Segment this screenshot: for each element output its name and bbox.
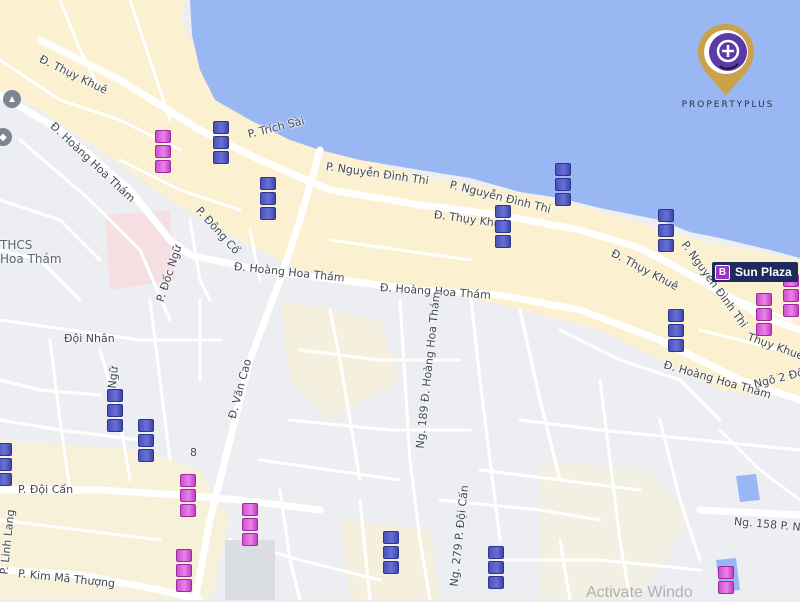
street-label-ngu: Ngữ xyxy=(105,365,121,390)
property-marker[interactable] xyxy=(260,177,276,222)
activate-windows-watermark: Activate Windo xyxy=(586,584,693,601)
property-marker[interactable] xyxy=(668,309,684,354)
property-marker[interactable] xyxy=(756,293,772,338)
property-marker[interactable] xyxy=(213,121,229,166)
street-label-doi-can: P. Đội Cấn xyxy=(18,483,74,496)
pond xyxy=(736,474,760,502)
property-marker[interactable] xyxy=(176,549,192,594)
property-marker[interactable] xyxy=(242,503,258,548)
school-label-2: Hoa Thám xyxy=(0,252,62,266)
property-marker[interactable] xyxy=(180,474,196,519)
project-tag-sun-plaza[interactable]: B Sun Plaza xyxy=(712,262,798,282)
property-marker[interactable] xyxy=(383,531,399,576)
project-tag-label: Sun Plaza xyxy=(735,265,792,279)
graduation-cap-icon: ▲ xyxy=(3,90,21,108)
property-marker[interactable] xyxy=(495,205,511,250)
location-pin-plus-icon xyxy=(698,24,754,96)
property-marker[interactable] xyxy=(155,130,171,175)
property-marker[interactable] xyxy=(138,419,154,464)
property-marker[interactable] xyxy=(555,163,571,208)
school-label: THCS xyxy=(0,238,33,252)
property-marker[interactable] xyxy=(658,209,674,254)
gray-area xyxy=(225,540,275,600)
logo-text: PROPERTYPLUS xyxy=(681,100,775,110)
property-marker[interactable] xyxy=(718,566,734,596)
property-marker[interactable] xyxy=(107,389,123,434)
property-marker[interactable] xyxy=(0,443,12,488)
propertyplus-logo: PROPERTYPLUS xyxy=(668,22,788,118)
property-marker[interactable] xyxy=(488,546,504,591)
street-label-doi-nhan: Đội Nhân xyxy=(64,332,115,345)
project-badge: B xyxy=(715,264,730,280)
street-label-num8: 8 xyxy=(190,446,197,459)
